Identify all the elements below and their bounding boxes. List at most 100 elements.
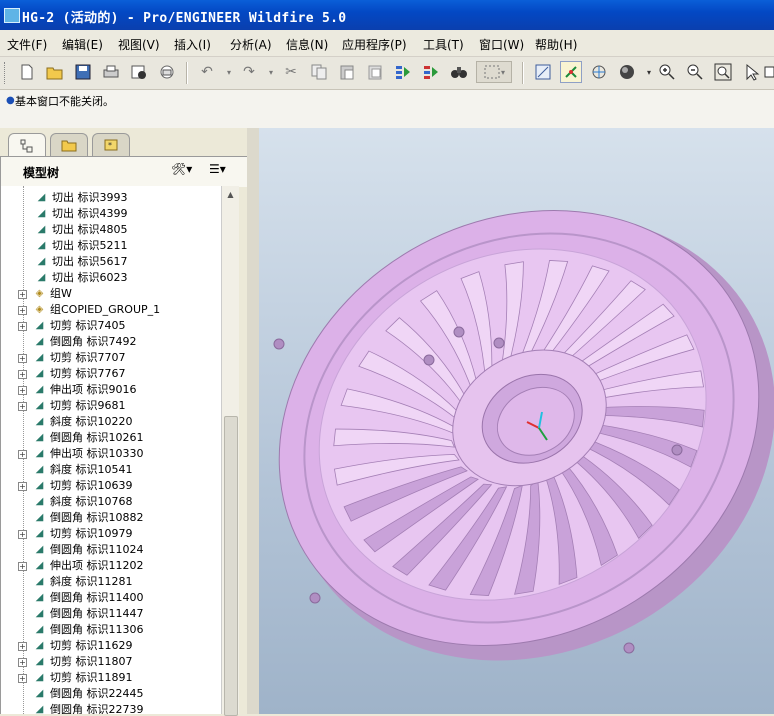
expand-toggle-icon[interactable]: + [18, 482, 27, 491]
send-icon[interactable] [128, 61, 150, 83]
pan-icon[interactable] [740, 61, 762, 83]
print-icon[interactable] [100, 61, 122, 83]
spin-center-icon[interactable] [560, 61, 582, 83]
tree-row-label: 斜度 标识10768 [50, 495, 133, 508]
tab-favorites-icon[interactable]: * [92, 133, 130, 156]
undo-icon[interactable]: ↶ [196, 61, 218, 83]
tree-row[interactable]: ◢ 倒圆角 标识7492 [1, 334, 222, 350]
heatsink-model[interactable] [259, 128, 774, 714]
expand-toggle-icon[interactable]: + [18, 322, 27, 331]
save-icon[interactable] [72, 61, 94, 83]
expand-toggle-icon[interactable]: + [18, 290, 27, 299]
zoom-out-icon[interactable] [684, 61, 706, 83]
expand-toggle-icon[interactable]: + [18, 658, 27, 667]
toolbar-grip[interactable] [4, 62, 9, 84]
regenerate-manager-icon[interactable] [420, 61, 442, 83]
menu-edit[interactable]: 编辑(E) [62, 36, 103, 53]
shade-icon[interactable] [616, 61, 638, 83]
open-icon[interactable] [44, 61, 66, 83]
tree-row[interactable]: ◢ 倒圆角 标识11024 [1, 542, 222, 558]
copy-icon[interactable] [308, 61, 330, 83]
tree-row[interactable]: ◢ 斜度 标识10541 [1, 462, 222, 478]
menu-applications[interactable]: 应用程序(P) [342, 36, 407, 53]
menu-analysis[interactable]: 分析(A) [230, 36, 272, 53]
select-box-icon[interactable]: ▾ [476, 61, 512, 83]
scroll-up-icon[interactable]: ▲ [224, 188, 237, 201]
tree-row[interactable]: ◢ 切出 标识3993 [1, 190, 222, 206]
tree-row[interactable]: + ◢ 切剪 标识11891 [1, 670, 222, 686]
tree-row[interactable]: ◢ 倒圆角 标识11306 [1, 622, 222, 638]
tree-row[interactable]: + ◢ 切剪 标识10639 [1, 478, 222, 494]
tree-row[interactable]: ◢ 倒圆角 标识11400 [1, 590, 222, 606]
tree-row[interactable]: + ◢ 切剪 标识9681 [1, 398, 222, 414]
orientation-icon[interactable] [588, 61, 610, 83]
tree-row[interactable]: ◢ 倒圆角 标识10882 [1, 510, 222, 526]
menu-help[interactable]: 帮助(H) [535, 36, 577, 53]
scroll-thumb[interactable] [224, 416, 238, 716]
expand-toggle-icon[interactable]: + [18, 386, 27, 395]
mail-icon[interactable] [156, 61, 178, 83]
redo-icon[interactable]: ↷ [238, 61, 260, 83]
feature-icon: ◢ [37, 192, 46, 203]
tree-columns-icon[interactable]: ☰▾ [209, 162, 226, 176]
tab-folder-browser-icon[interactable] [50, 133, 88, 156]
tree-row[interactable]: ◢ 倒圆角 标识11447 [1, 606, 222, 622]
expand-toggle-icon[interactable]: + [18, 354, 27, 363]
expand-toggle-icon[interactable]: + [18, 530, 27, 539]
tree-row[interactable]: ◢ 切出 标识4805 [1, 222, 222, 238]
graphics-viewport[interactable] [259, 128, 774, 714]
tree-row[interactable]: + ◢ 切剪 标识7707 [1, 350, 222, 366]
cut-icon[interactable]: ✂ [280, 61, 302, 83]
paste-icon[interactable] [336, 61, 358, 83]
tree-row[interactable]: ◢ 切出 标识5211 [1, 238, 222, 254]
tree-row[interactable]: ◢ 斜度 标识11281 [1, 574, 222, 590]
tree-row[interactable]: ◢ 倒圆角 标识22445 [1, 686, 222, 702]
find-icon[interactable] [448, 61, 470, 83]
expand-toggle-icon[interactable]: + [18, 562, 27, 571]
more-tools-icon[interactable] [762, 61, 774, 83]
tree-row[interactable]: + ◢ 切剪 标识10979 [1, 526, 222, 542]
refit-icon[interactable] [712, 61, 734, 83]
new-icon[interactable] [16, 61, 38, 83]
tree-settings-icon[interactable]: 🛠▾ [171, 162, 192, 176]
expand-toggle-icon[interactable]: + [18, 674, 27, 683]
menu-view[interactable]: 视图(V) [118, 36, 160, 53]
expand-toggle-icon[interactable]: + [18, 306, 27, 315]
menu-info[interactable]: 信息(N) [286, 36, 328, 53]
app-icon[interactable] [4, 8, 20, 23]
expand-toggle-icon[interactable]: + [18, 370, 27, 379]
regenerate-icon[interactable] [392, 61, 414, 83]
tab-model-tree-icon[interactable] [8, 133, 46, 157]
tree-row[interactable]: ◢ 斜度 标识10220 [1, 414, 222, 430]
menu-insert[interactable]: 插入(I) [174, 36, 211, 53]
paste-special-icon[interactable] [364, 61, 386, 83]
tree-row[interactable]: + ◢ 切剪 标识7405 [1, 318, 222, 334]
tree-row[interactable]: + ◢ 伸出项 标识11202 [1, 558, 222, 574]
tree-row[interactable]: ◢ 切出 标识5617 [1, 254, 222, 270]
zoom-in-icon[interactable] [656, 61, 678, 83]
tree-row-label: 切出 标识4399 [52, 207, 128, 220]
expand-toggle-icon[interactable]: + [18, 402, 27, 411]
tree-row[interactable]: + ◢ 伸出项 标识10330 [1, 446, 222, 462]
menu-tools[interactable]: 工具(T) [423, 36, 464, 53]
undo-dropdown-icon[interactable]: ▾ [218, 61, 240, 83]
tree-row[interactable]: ◢ 倒圆角 标识22739 [1, 702, 222, 714]
tree-row[interactable]: + ◈ 组W [1, 286, 222, 302]
tree-scrollbar[interactable]: ▲ [221, 186, 239, 716]
expand-toggle-icon[interactable]: + [18, 642, 27, 651]
repaint-icon[interactable] [532, 61, 554, 83]
tree-row[interactable]: + ◢ 切剪 标识11807 [1, 654, 222, 670]
tree-row[interactable]: + ◈ 组COPIED_GROUP_1 [1, 302, 222, 318]
tree-row[interactable]: ◢ 斜度 标识10768 [1, 494, 222, 510]
tree-row[interactable]: ◢ 切出 标识4399 [1, 206, 222, 222]
tree-row[interactable]: + ◢ 切剪 标识7767 [1, 366, 222, 382]
menu-file[interactable]: 文件(F) [7, 36, 47, 53]
tree-row[interactable]: ◢ 切出 标识6023 [1, 270, 222, 286]
redo-dropdown-icon[interactable]: ▾ [260, 61, 282, 83]
tree-row[interactable]: + ◢ 伸出项 标识9016 [1, 382, 222, 398]
tree-row[interactable]: ◢ 倒圆角 标识10261 [1, 430, 222, 446]
panel-splitter[interactable] [247, 128, 259, 714]
tree-row[interactable]: + ◢ 切剪 标识11629 [1, 638, 222, 654]
expand-toggle-icon[interactable]: + [18, 450, 27, 459]
menu-window[interactable]: 窗口(W) [479, 36, 524, 53]
